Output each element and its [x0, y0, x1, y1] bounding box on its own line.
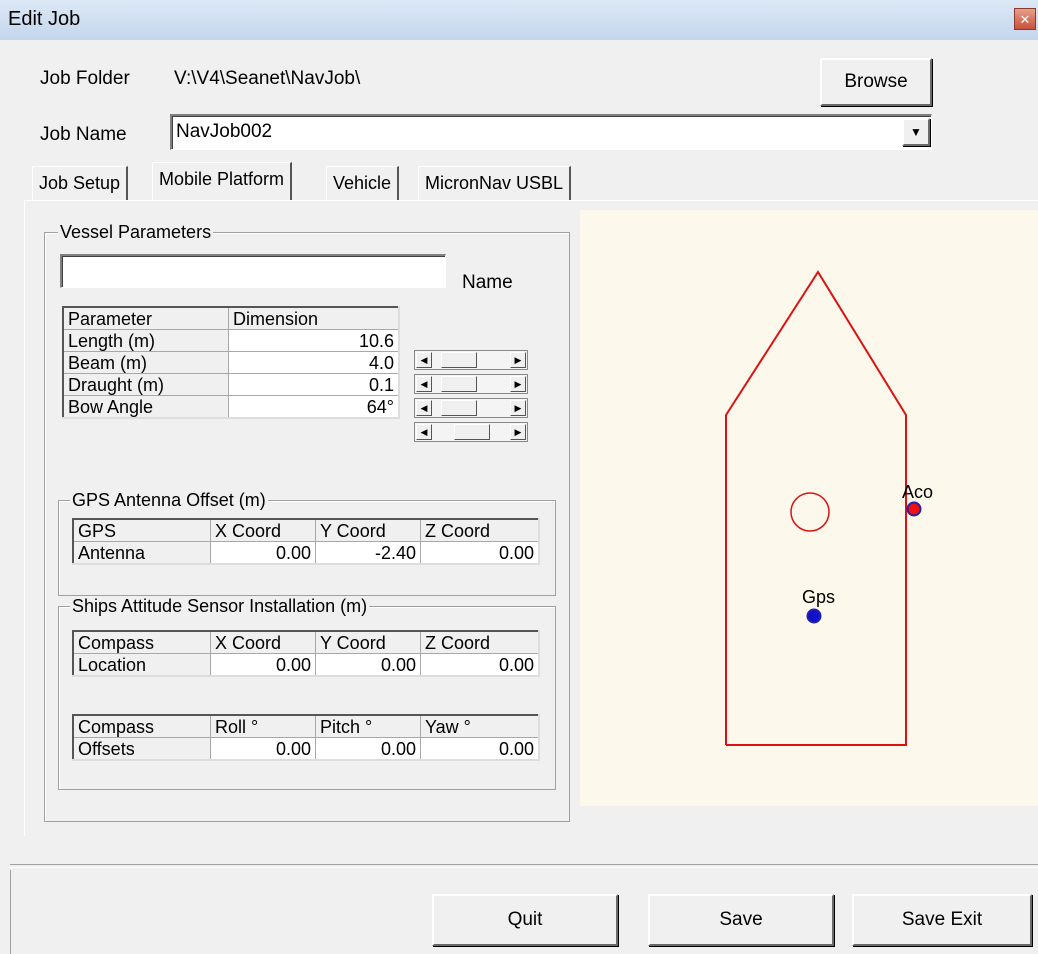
row-label: Offsets — [72, 737, 211, 761]
reference-point-marker — [790, 492, 830, 532]
row-label: Antenna — [72, 541, 211, 565]
job-folder-label: Job Folder — [40, 68, 130, 89]
x-coord-cell[interactable]: 0.00 — [210, 653, 316, 677]
scroll-left-icon[interactable]: ◀ — [416, 376, 432, 392]
x-coord-cell[interactable]: 0.00 — [210, 541, 316, 565]
job-name-label: Job Name — [40, 124, 127, 145]
parameter-name: Bow Angle — [62, 395, 229, 419]
attitude-sensor-label: Ships Attitude Sensor Installation (m) — [70, 596, 370, 617]
row-label: Location — [72, 653, 211, 677]
draught-slider[interactable]: ◀ ▶ — [414, 398, 528, 418]
parameter-name: Length (m) — [62, 329, 229, 352]
table-row: Beam (m) 4.0 — [62, 351, 400, 374]
column-header: Y Coord — [315, 518, 421, 542]
scroll-right-icon[interactable]: ▶ — [510, 424, 526, 440]
quit-button[interactable]: Quit — [432, 894, 618, 946]
column-header: Compass — [72, 630, 211, 654]
column-header: GPS — [72, 518, 211, 542]
slider-thumb[interactable] — [441, 376, 477, 392]
column-header: X Coord — [210, 518, 316, 542]
length-slider[interactable]: ◀ ▶ — [414, 350, 528, 370]
aco-marker[interactable] — [906, 501, 922, 517]
job-name-value: NavJob002 — [176, 121, 273, 142]
y-coord-cell[interactable]: 0.00 — [315, 653, 421, 677]
footer-separator — [10, 864, 1038, 868]
z-coord-cell[interactable]: 0.00 — [420, 541, 540, 565]
y-coord-cell[interactable]: -2.40 — [315, 541, 421, 565]
table-row: Location 0.00 0.00 0.00 — [72, 653, 540, 677]
slider-thumb[interactable] — [441, 400, 477, 416]
table-row: Offsets 0.00 0.00 0.00 — [72, 737, 540, 761]
dimension-value[interactable]: 64° — [228, 395, 400, 419]
pitch-cell[interactable]: 0.00 — [315, 737, 421, 761]
column-header: Z Coord — [420, 630, 540, 654]
beam-slider[interactable]: ◀ ▶ — [414, 374, 528, 394]
table-row: Antenna 0.00 -2.40 0.00 — [72, 541, 540, 565]
gps-offset-label: GPS Antenna Offset (m) — [70, 490, 268, 511]
save-exit-button[interactable]: Save Exit — [852, 894, 1032, 946]
save-button[interactable]: Save — [648, 894, 834, 946]
gps-marker[interactable] — [806, 608, 822, 624]
z-coord-cell[interactable]: 0.00 — [420, 653, 540, 677]
vessel-parameters-label: Vessel Parameters — [58, 222, 214, 243]
dimension-value[interactable]: 0.1 — [228, 373, 400, 396]
scroll-left-icon[interactable]: ◀ — [416, 352, 432, 368]
job-name-combobox[interactable]: NavJob002 ▼ — [170, 114, 932, 150]
title-bar — [0, 0, 1038, 40]
vessel-dimension-table: Parameter Dimension Length (m) 10.6 Beam… — [62, 306, 400, 419]
vessel-name-label: Name — [462, 272, 513, 293]
column-header: Roll ° — [210, 714, 316, 738]
scroll-right-icon[interactable]: ▶ — [510, 400, 526, 416]
column-header: Y Coord — [315, 630, 421, 654]
roll-cell[interactable]: 0.00 — [210, 737, 316, 761]
vessel-name-input[interactable] — [60, 254, 446, 288]
scroll-left-icon[interactable]: ◀ — [416, 424, 432, 440]
dimension-value[interactable]: 4.0 — [228, 351, 400, 374]
close-button[interactable]: ✕ — [1014, 8, 1036, 30]
column-header: Z Coord — [420, 518, 540, 542]
footer-edge — [10, 870, 13, 954]
compass-location-table: Compass X Coord Y Coord Z Coord Location… — [72, 630, 540, 677]
scroll-right-icon[interactable]: ▶ — [510, 352, 526, 368]
browse-button[interactable]: Browse — [820, 58, 932, 106]
tab-job-setup[interactable]: Job Setup — [32, 166, 129, 200]
aco-label: Aco — [902, 482, 933, 502]
bow-angle-slider[interactable]: ◀ ▶ — [414, 422, 528, 442]
column-header: Pitch ° — [315, 714, 421, 738]
dimension-value[interactable]: 10.6 — [228, 329, 400, 352]
table-row: Length (m) 10.6 — [62, 329, 400, 352]
slider-thumb[interactable] — [441, 352, 477, 368]
tab-mobile-platform[interactable]: Mobile Platform — [152, 162, 293, 200]
chevron-down-icon[interactable]: ▼ — [902, 118, 930, 146]
table-row: Draught (m) 0.1 — [62, 373, 400, 396]
job-folder-value: V:\V4\Seanet\NavJob\ — [174, 68, 361, 89]
gps-label: Gps — [802, 587, 835, 607]
slider-thumb[interactable] — [454, 424, 490, 440]
parameter-name: Draught (m) — [62, 373, 229, 396]
tab-vehicle[interactable]: Vehicle — [326, 166, 400, 200]
table-row: Bow Angle 64° — [62, 395, 400, 419]
column-header: Compass — [72, 714, 211, 738]
column-header: Dimension — [228, 306, 400, 330]
column-header: X Coord — [210, 630, 316, 654]
scroll-left-icon[interactable]: ◀ — [416, 400, 432, 416]
parameter-name: Beam (m) — [62, 351, 229, 374]
vessel-hull-outline — [725, 270, 907, 746]
yaw-cell[interactable]: 0.00 — [420, 737, 540, 761]
tab-micronnav-usbl[interactable]: MicronNav USBL — [418, 166, 572, 200]
gps-offset-table: GPS X Coord Y Coord Z Coord Antenna 0.00… — [72, 518, 540, 565]
compass-offsets-table: Compass Roll ° Pitch ° Yaw ° Offsets 0.0… — [72, 714, 540, 761]
column-header: Yaw ° — [420, 714, 540, 738]
vessel-canvas[interactable]: Aco Gps — [580, 210, 1038, 806]
window-title: Edit Job — [8, 8, 81, 30]
vessel-drawing: Aco Gps — [725, 270, 933, 746]
scroll-right-icon[interactable]: ▶ — [510, 376, 526, 392]
column-header: Parameter — [62, 306, 229, 330]
